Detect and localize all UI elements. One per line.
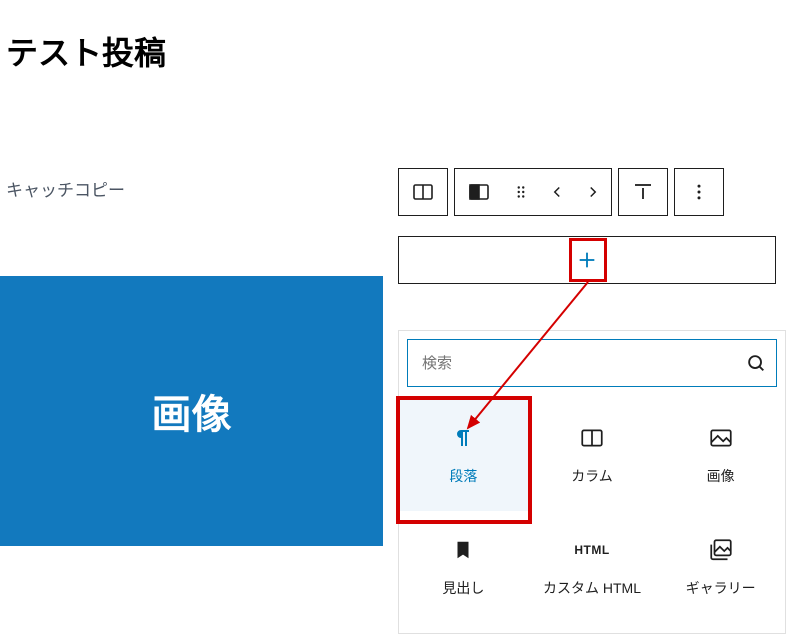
image-icon	[707, 424, 735, 452]
more-vertical-icon[interactable]	[675, 169, 723, 215]
image-block-placeholder[interactable]: 画像	[0, 276, 383, 546]
search-input[interactable]	[420, 354, 744, 373]
block-item-label: 段落	[449, 466, 477, 486]
block-grid: 段落 カラム 画像 見出	[399, 395, 785, 633]
toolbar-group-align	[618, 168, 668, 216]
add-block-button[interactable]	[575, 248, 599, 272]
block-item-heading[interactable]: 見出し	[399, 511, 528, 623]
block-item-image[interactable]: 画像	[656, 399, 785, 511]
toolbar-group-controls	[454, 168, 612, 216]
toolbar-group-block	[398, 168, 448, 216]
bookmark-icon	[449, 536, 477, 564]
block-item-gallery[interactable]: ギャラリー	[656, 511, 785, 623]
block-inserter-panel: 段落 カラム 画像 見出	[398, 330, 786, 634]
gallery-icon	[707, 536, 735, 564]
search-icon[interactable]	[744, 351, 768, 375]
columns-icon	[578, 424, 606, 452]
catchcopy-field[interactable]: キャッチコピー	[6, 176, 125, 201]
columns-icon[interactable]	[399, 169, 447, 215]
block-item-label: 画像	[707, 466, 735, 486]
block-item-columns[interactable]: カラム	[528, 399, 657, 511]
block-item-label: カスタム HTML	[543, 578, 641, 598]
image-block-label: 画像	[152, 382, 232, 440]
column-variation-icon[interactable]	[455, 169, 503, 215]
page-title: テスト投稿	[6, 28, 790, 74]
pilcrow-icon	[449, 424, 477, 452]
toolbar-group-more	[674, 168, 724, 216]
block-appender[interactable]	[398, 236, 776, 284]
block-item-label: カラム	[571, 466, 613, 486]
block-toolbar	[398, 168, 724, 216]
drag-handle-icon[interactable]	[503, 169, 539, 215]
html-icon: HTML	[578, 536, 606, 564]
align-top-icon[interactable]	[619, 169, 667, 215]
inserter-search[interactable]	[407, 339, 777, 387]
block-item-paragraph[interactable]: 段落	[399, 399, 528, 511]
block-item-custom-html[interactable]: HTML カスタム HTML	[528, 511, 657, 623]
block-item-label: ギャラリー	[686, 578, 756, 598]
block-item-label: 見出し	[442, 578, 484, 598]
chevron-right-icon[interactable]	[575, 169, 611, 215]
chevron-left-icon[interactable]	[539, 169, 575, 215]
